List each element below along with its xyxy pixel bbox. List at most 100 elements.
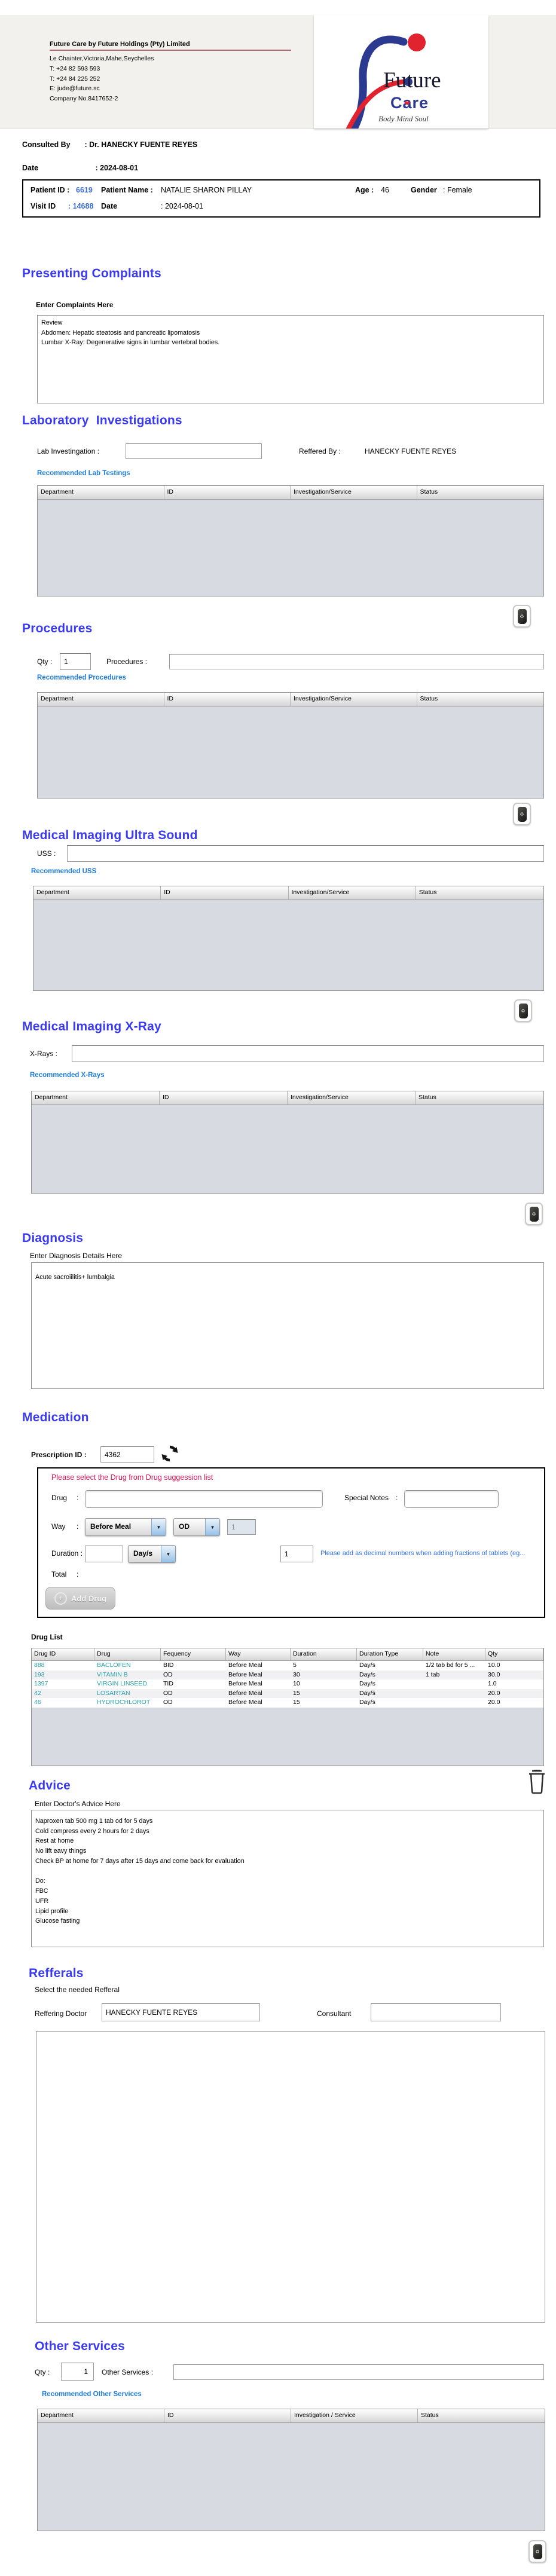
procedures-delete-trash-icon[interactable]: ♻: [513, 803, 531, 825]
referral-list-box[interactable]: [36, 2031, 545, 2323]
drug-id-cell[interactable]: 42: [32, 1689, 94, 1699]
total-label: Total: [51, 1570, 67, 1578]
drug-list-table: Drug ID Drug Fequency Way Duration Durat…: [31, 1648, 544, 1766]
procedures-qty-input[interactable]: [60, 653, 91, 670]
section-title-presenting-complaints: Presenting Complaints: [22, 267, 161, 280]
drug-duration-type-cell: Day/s: [359, 1680, 375, 1687]
drug-name-cell[interactable]: HYDROCHLOROT: [94, 1698, 161, 1708]
drug-frequency-cell: BID: [163, 1662, 174, 1669]
drug-name-cell[interactable]: BACLOFEN: [94, 1661, 161, 1671]
referring-doctor-input[interactable]: [102, 2003, 260, 2021]
section-title-medication: Medication: [22, 1411, 89, 1424]
recommended-xrays-link[interactable]: Recommended X-Rays: [30, 1072, 105, 1079]
column-header: ID: [164, 2409, 291, 2422]
drug-row[interactable]: 42 LOSARTAN OD Before Meal 15 Day/s 20.0: [32, 1688, 543, 1699]
column-header: ID: [164, 693, 291, 706]
section-title-ultrasound: Medical Imaging Ultra Sound: [22, 828, 198, 842]
duration-input[interactable]: [85, 1546, 123, 1562]
procedures-input[interactable]: [169, 654, 544, 669]
visit-id-label: Visit ID: [30, 202, 56, 210]
dose-input[interactable]: [227, 1519, 256, 1535]
company-phone-1: T: +24 82 593 593: [50, 65, 100, 72]
advice-textarea[interactable]: Naproxen tab 500 mg 1 tab od for 5 days …: [31, 1810, 544, 1947]
other-services-input[interactable]: [173, 2364, 544, 2380]
column-header: Status: [420, 488, 438, 495]
consulted-by-value: : Dr. HANECKY FUENTE REYES: [84, 140, 198, 149]
consultant-input[interactable]: [371, 2003, 501, 2021]
drug-note-cell: 1 tab: [426, 1671, 440, 1678]
other-services-qty-input[interactable]: [61, 2363, 94, 2381]
patient-id-label: Patient ID :: [30, 186, 70, 194]
lab-referred-by-value: HANECKY FUENTE REYES: [365, 447, 457, 455]
way-select[interactable]: Before Meal ▼: [85, 1518, 166, 1536]
gender-value: : Female: [443, 186, 472, 194]
drug-duration-cell: 10: [293, 1680, 300, 1687]
diagnosis-label: Enter Diagnosis Details Here: [30, 1252, 123, 1260]
company-email: E: jude@future.sc: [50, 85, 100, 93]
drug-name-cell[interactable]: LOSARTAN: [94, 1689, 161, 1699]
drug-row[interactable]: 888 BACLOFEN BID Before Meal 5 Day/s 1/2…: [32, 1661, 543, 1671]
recommended-uss-link[interactable]: Recommended USS: [31, 868, 96, 875]
recommended-other-services-link[interactable]: Recommended Other Services: [42, 2391, 142, 2398]
refresh-icon[interactable]: [160, 1444, 179, 1463]
consulted-by-line: Consulted By : Dr. HANECKY FUENTE REYES: [22, 139, 197, 150]
xray-delete-trash-icon[interactable]: ♻: [525, 1203, 543, 1225]
company-info: Future Care by Future Holdings (Pty) Lim…: [50, 41, 291, 104]
column-header: Investigation/Service: [291, 486, 417, 499]
column-header: Investigation/Service: [289, 886, 416, 900]
drug-input[interactable]: [85, 1490, 323, 1508]
drug-id-cell[interactable]: 46: [32, 1698, 94, 1708]
complaints-textarea[interactable]: Review Abdomen: Hepatic steatosis and pa…: [37, 315, 544, 403]
column-header: Status: [420, 695, 438, 702]
drug-frequency-cell: OD: [163, 1689, 173, 1697]
drug-note-cell: 1/2 tab bd for 5 ...: [426, 1662, 475, 1669]
drug-way-cell: Before Meal: [228, 1671, 262, 1678]
section-title-other-services: Other Services: [35, 2339, 126, 2353]
xray-table-header: Department ID Investigation/Service Stat…: [32, 1091, 543, 1105]
recommended-procedures-link[interactable]: Recommended Procedures: [37, 674, 126, 681]
column-header: Status: [421, 2412, 439, 2419]
add-drug-button[interactable]: + Add Drug: [45, 1587, 116, 1610]
xray-input[interactable]: [72, 1045, 544, 1062]
column-header: Department: [38, 2409, 164, 2422]
age-label: Age :: [355, 186, 374, 194]
special-notes-input[interactable]: [404, 1490, 499, 1508]
section-title-procedures: Procedures: [22, 622, 93, 635]
lab-delete-trash-icon[interactable]: ♻: [513, 605, 531, 628]
duration-type-select[interactable]: Day/s ▼: [128, 1545, 176, 1563]
drug-name-cell[interactable]: VIRGIN LINSEED: [94, 1679, 161, 1689]
drug-id-cell[interactable]: 1397: [32, 1679, 94, 1689]
column-header: Qty: [485, 1648, 543, 1660]
drug-id-cell[interactable]: 193: [32, 1671, 94, 1680]
lab-investigation-input[interactable]: [126, 443, 262, 459]
drug-table-header: Drug ID Drug Fequency Way Duration Durat…: [32, 1648, 543, 1661]
uss-delete-trash-icon[interactable]: ♻: [514, 999, 532, 1022]
column-header: Department: [33, 886, 161, 900]
add-drug-button-label: Add Drug: [71, 1593, 107, 1603]
drug-name-cell[interactable]: VITAMIN B: [94, 1671, 161, 1680]
procedures-table: Department ID Investigation/Service Stat…: [37, 692, 544, 799]
diagnosis-textarea[interactable]: Acute sacroiilitis+ lumbalgia: [31, 1262, 544, 1389]
drug-duration-cell: 15: [293, 1699, 300, 1706]
drug-label: Drug: [51, 1494, 68, 1502]
other-services-delete-trash-icon[interactable]: ♻: [528, 2540, 546, 2563]
drug-row[interactable]: 1397 VIRGIN LINSEED TID Before Meal 10 D…: [32, 1679, 543, 1689]
other-services-table-header: Department ID Investigation / Service St…: [38, 2409, 545, 2423]
company-number: Company No.8417652-2: [50, 95, 118, 103]
gender-label: Gender: [411, 186, 437, 194]
drug-row[interactable]: 193 VITAMIN B OD Before Meal 30 Day/s 1 …: [32, 1670, 543, 1680]
column-header: Fequency: [161, 1648, 226, 1660]
tablet-qty-input[interactable]: [280, 1546, 313, 1562]
recommended-lab-testings-link[interactable]: Recommended Lab Testings: [37, 470, 130, 477]
drug-way-cell: Before Meal: [228, 1689, 262, 1697]
advice-delete-trash-icon[interactable]: [527, 1769, 546, 1794]
drug-row[interactable]: 46 HYDROCHLOROT OD Before Meal 15 Day/s …: [32, 1698, 543, 1708]
drug-id-cell[interactable]: 888: [32, 1661, 94, 1671]
uss-input[interactable]: [67, 845, 544, 862]
column-header: Drug ID: [32, 1648, 94, 1660]
medication-entry-box: Please select the Drug from Drug suggess…: [37, 1467, 545, 1618]
column-header: ID: [161, 886, 289, 900]
prescription-id-input[interactable]: [100, 1446, 154, 1463]
referral-select-label: Select the needed Refferal: [35, 1985, 120, 1994]
frequency-select[interactable]: OD ▼: [173, 1518, 220, 1536]
